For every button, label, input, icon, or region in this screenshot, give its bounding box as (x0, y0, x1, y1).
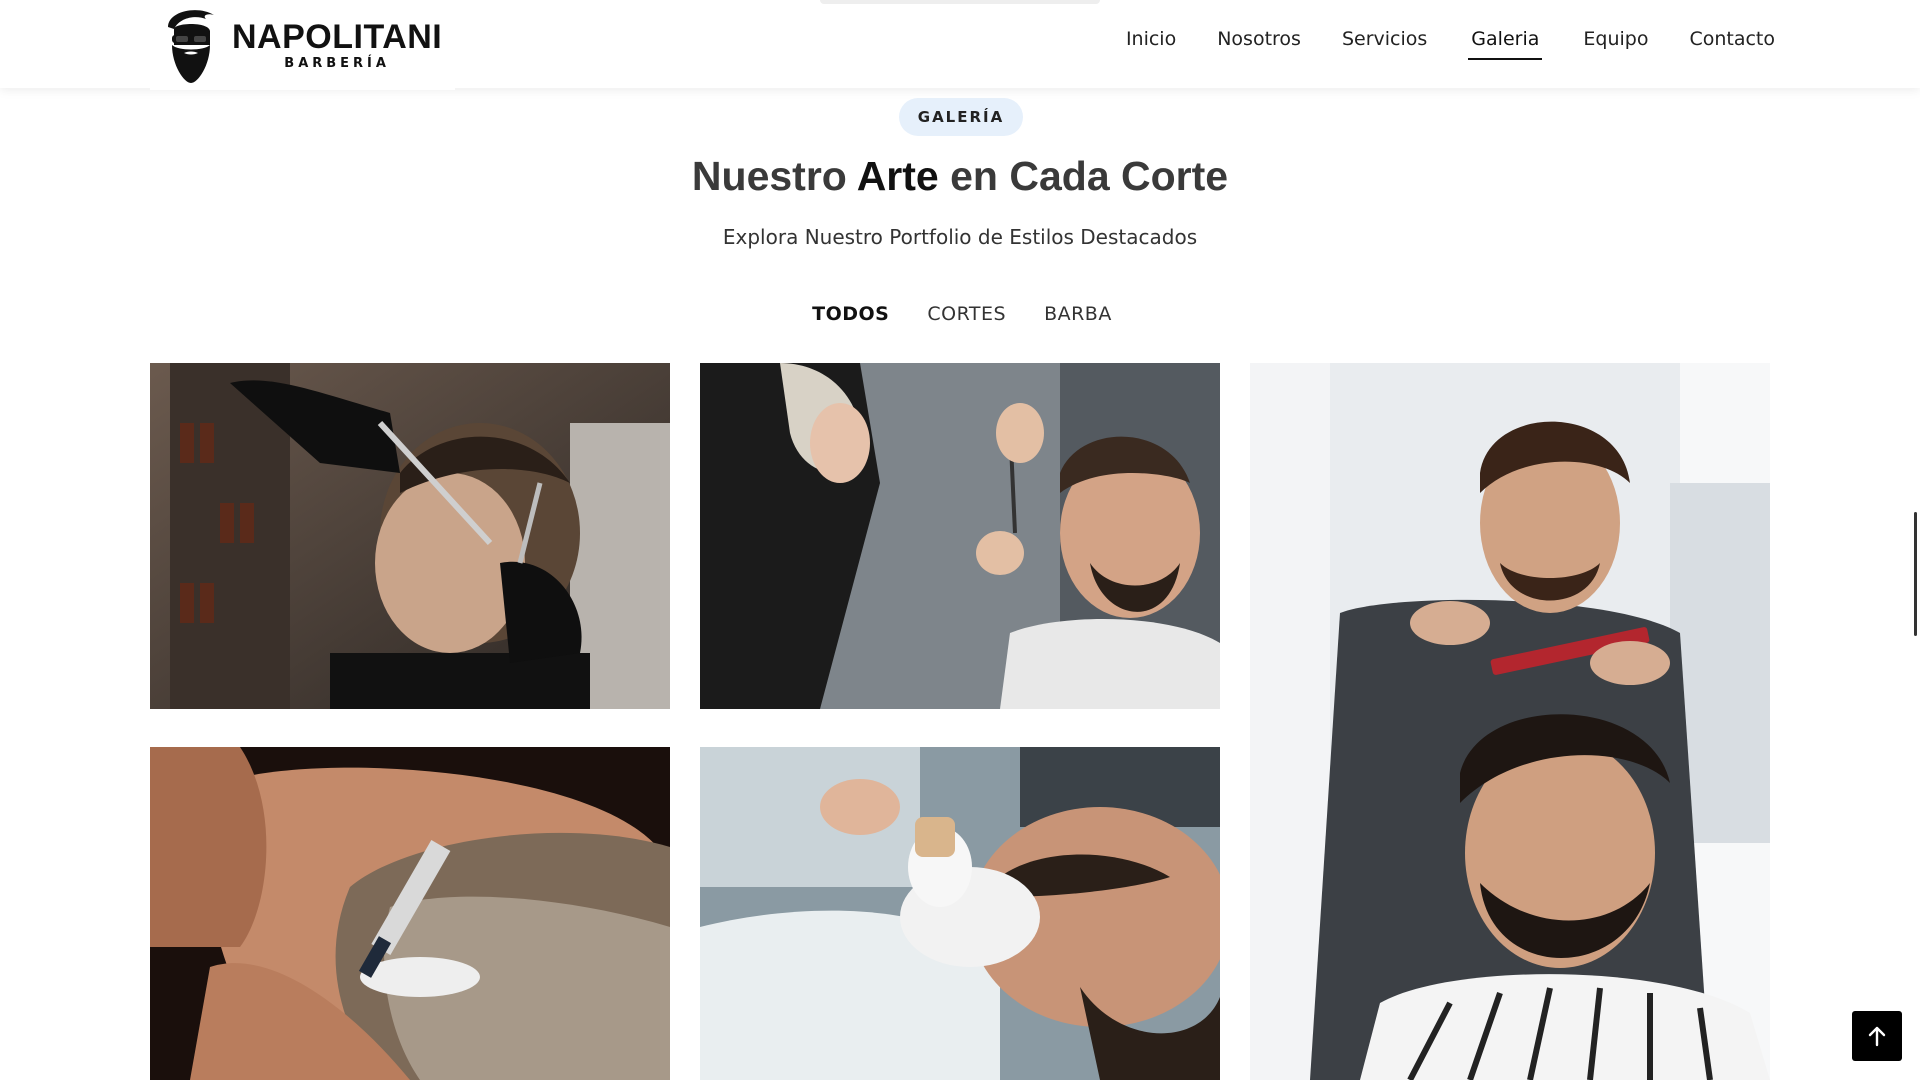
brand-subtitle: BARBERÍA (284, 55, 390, 71)
nav-inicio[interactable]: Inicio (1126, 28, 1176, 60)
header-decoration (820, 0, 1100, 4)
page-scrollbar[interactable] (1914, 512, 1917, 636)
brand-name: NAPOLITANI (232, 17, 443, 56)
section-title: Nuestro Arte en Cada Corte (0, 153, 1920, 200)
filter-cortes[interactable]: CORTES (927, 303, 1006, 325)
beard-razor-image (150, 747, 670, 1080)
fade-haircut-image (150, 363, 670, 709)
title-part-b: en Cada Corte (938, 153, 1229, 199)
section-badge: GALERÍA (899, 98, 1023, 136)
gallery-photo-comb-cut[interactable] (1250, 363, 1770, 1080)
gallery-photo-fade-haircut[interactable] (150, 363, 670, 709)
nav-nosotros[interactable]: Nosotros (1217, 28, 1301, 60)
nav-servicios[interactable]: Servicios (1342, 28, 1427, 60)
nav-equipo[interactable]: Equipo (1583, 28, 1648, 60)
nav-contacto[interactable]: Contacto (1689, 28, 1775, 60)
gallery-photo-shaving-brush[interactable] (700, 747, 1220, 1080)
shaving-brush-image (700, 747, 1220, 1080)
nav-galeria[interactable]: Galeria (1468, 28, 1543, 60)
gallery-photo-beard-razor[interactable] (150, 747, 670, 1080)
section-subtitle: Explora Nuestro Portfolio de Estilos Des… (722, 225, 1198, 249)
scroll-to-top-button[interactable] (1852, 1011, 1902, 1061)
comb-cut-image (1250, 363, 1770, 1080)
gallery-filters: TODOS CORTES BARBA (0, 303, 1920, 325)
title-part-a: Nuestro (691, 153, 857, 199)
gallery-photo-scissor-cut[interactable] (700, 363, 1220, 709)
arrow-up-icon (1868, 1026, 1886, 1047)
brand-logo[interactable]: NAPOLITANI BARBERÍA (150, 0, 455, 90)
scissor-cut-image (700, 363, 1220, 709)
main-nav: Inicio Nosotros Servicios Galeria Equipo… (1126, 28, 1775, 60)
site-header: NAPOLITANI BARBERÍA Inicio Nosotros Serv… (0, 0, 1920, 90)
filter-todos[interactable]: TODOS (812, 303, 889, 325)
bearded-man-logo-icon (168, 10, 214, 83)
title-emphasis: Arte (856, 153, 939, 199)
filter-barba[interactable]: BARBA (1044, 303, 1112, 325)
